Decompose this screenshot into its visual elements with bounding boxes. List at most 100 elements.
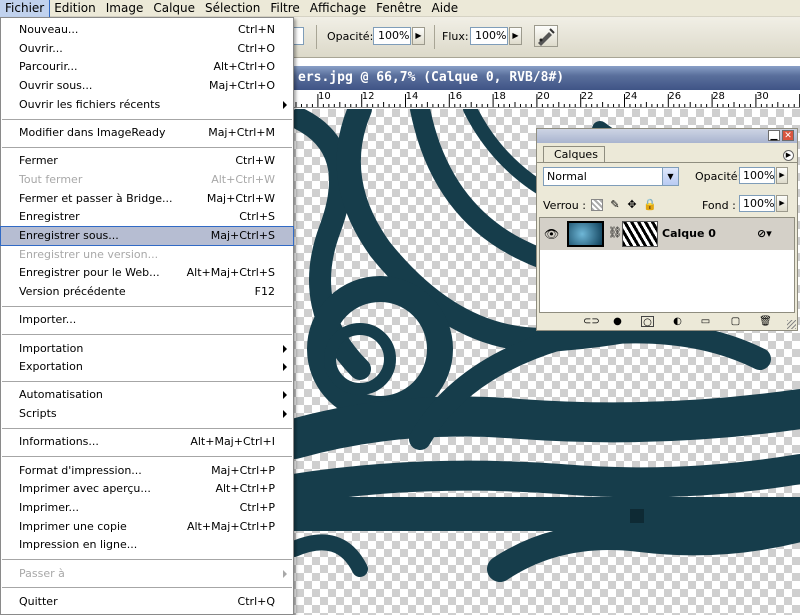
separator <box>316 25 317 49</box>
file-menu-item[interactable]: Exportation <box>1 358 293 376</box>
opacity-field[interactable]: 100% <box>373 27 411 45</box>
layers-panel: ▁ ✕ Calques ▶ Normal ▼ Opacité: 100% ▶ V… <box>536 128 798 331</box>
chevron-down-icon[interactable]: ▼ <box>662 168 678 185</box>
menu-item-label: Exportation <box>19 360 83 374</box>
file-menu-item[interactable]: Imprimer... Ctrl+P <box>1 499 293 517</box>
file-menu-item[interactable]: Imprimer une copie Alt+Maj+Ctrl+P <box>1 518 293 536</box>
file-menu-item[interactable]: Fermer et passer à Bridge... Maj+Ctrl+W <box>1 190 293 208</box>
trash-icon[interactable]: 🗑 <box>759 316 772 327</box>
lock-position-icon[interactable]: ✥ <box>626 199 638 211</box>
menu-separator <box>2 118 292 120</box>
lock-pixels-icon[interactable]: ✎ <box>609 199 621 211</box>
menu-item-shortcut: Ctrl+N <box>237 23 275 36</box>
menu-fenetre[interactable]: Fenêtre <box>371 0 426 17</box>
file-menu-item[interactable]: Fermer Ctrl+W <box>1 152 293 170</box>
file-menu-item: Enregistrer une version... <box>1 246 293 264</box>
mask-thumbnail[interactable] <box>622 221 658 247</box>
menu-affichage[interactable]: Affichage <box>305 0 371 17</box>
menu-selection[interactable]: Sélection <box>200 0 265 17</box>
menu-item-shortcut: Ctrl+O <box>237 41 275 55</box>
menu-item-label: Ouvrir sous... <box>19 79 93 93</box>
menu-item-label: Fermer <box>19 154 58 168</box>
file-menu-item[interactable]: Enregistrer sous... Maj+Ctrl+S <box>0 226 294 246</box>
panel-title-bar[interactable]: ▁ ✕ <box>537 129 797 143</box>
file-menu-item[interactable]: Quitter Ctrl+Q <box>1 593 293 611</box>
fill-field[interactable]: 100% <box>739 195 775 212</box>
menu-item-shortcut: Maj+Ctrl+O <box>209 79 275 93</box>
submenu-arrow-icon <box>283 344 287 353</box>
file-menu: Nouveau... Ctrl+N Ouvrir... Ctrl+O Parcourir… <box>0 17 294 615</box>
file-menu-item[interactable]: Imprimer avec aperçu... Alt+Ctrl+P <box>1 480 293 498</box>
add-mask-icon[interactable]: ○ <box>641 316 654 328</box>
menu-aide[interactable]: Aide <box>427 0 464 17</box>
blend-mode-select[interactable]: Normal ▼ <box>543 167 679 186</box>
file-menu-item[interactable]: Ouvrir... Ctrl+O <box>1 40 293 58</box>
menu-item-label: Enregistrer pour le Web... <box>19 266 160 280</box>
file-menu-item[interactable]: Scripts <box>1 405 293 423</box>
panel-menu-icon[interactable]: ▶ <box>783 150 794 161</box>
tab-calques[interactable]: Calques <box>543 146 605 163</box>
lock-transparency-icon[interactable] <box>591 199 603 211</box>
submenu-arrow-icon <box>283 363 287 372</box>
file-menu-item[interactable]: Format d'impression... Maj+Ctrl+P <box>1 462 293 480</box>
link-layers-icon[interactable]: ⊂⊃ <box>583 316 600 327</box>
adjustment-layer-icon[interactable]: ◐ <box>671 316 684 327</box>
file-menu-item[interactable]: Modifier dans ImageReady Maj+Ctrl+M <box>1 124 293 142</box>
file-menu-item[interactable]: Ouvrir les fichiers récents <box>1 96 293 114</box>
file-menu-item[interactable]: Parcourir... Alt+Ctrl+O <box>1 58 293 76</box>
menu-item-shortcut: Alt+Maj+Ctrl+S <box>186 266 275 280</box>
layer-style-icon[interactable]: ⊘▾ <box>757 227 772 240</box>
layer-style-add-icon[interactable]: ● <box>611 316 624 327</box>
new-group-icon[interactable]: ▭ <box>699 316 712 327</box>
file-menu-item: Passer à <box>1 565 293 583</box>
layer-opacity-field[interactable]: 100% <box>739 167 775 184</box>
menu-separator <box>2 146 292 148</box>
file-menu-item[interactable]: Enregistrer Ctrl+S <box>1 208 293 226</box>
layer-thumbnail[interactable] <box>567 221 604 247</box>
fill-arrow[interactable]: ▶ <box>776 195 788 212</box>
file-menu-item: Tout fermer Alt+Ctrl+W <box>1 171 293 189</box>
airbrush-icon[interactable] <box>534 25 558 47</box>
layer-name[interactable]: Calque 0 <box>662 218 716 250</box>
menu-item-shortcut: Alt+Maj+Ctrl+I <box>190 435 275 449</box>
layer-opacity-arrow[interactable]: ▶ <box>776 167 788 184</box>
menu-edition[interactable]: Edition <box>49 0 101 17</box>
menu-item-label: Enregistrer une version... <box>19 247 159 261</box>
menu-item-label: Informations... <box>19 435 99 449</box>
file-menu-item[interactable]: Version précédente F12 <box>1 283 293 301</box>
menu-calque[interactable]: Calque <box>148 0 200 17</box>
menu-item-label: Imprimer une copie <box>19 519 127 533</box>
file-menu-item[interactable]: Automatisation <box>1 386 293 404</box>
menu-fichier[interactable]: Fichier <box>0 0 51 18</box>
flow-field[interactable]: 100% <box>470 27 508 45</box>
menu-separator <box>2 559 292 560</box>
submenu-arrow-icon <box>283 100 287 109</box>
layer-row[interactable]: 👁 ⛓ Calque 0 ⊘▾ <box>540 218 794 250</box>
menu-separator <box>2 334 292 335</box>
minimize-icon[interactable]: ▁ <box>768 130 780 141</box>
file-menu-item[interactable]: Impression en ligne... <box>1 536 293 554</box>
lock-all-icon[interactable]: 🔒 <box>643 199 657 211</box>
menu-item-shortcut: Alt+Ctrl+W <box>211 172 275 186</box>
menu-separator <box>2 427 292 429</box>
menu-image[interactable]: Image <box>101 0 149 17</box>
menu-filtre[interactable]: Filtre <box>265 0 304 17</box>
menu-item-shortcut: Ctrl+Q <box>237 594 275 608</box>
eye-icon[interactable]: 👁 <box>544 227 559 241</box>
opacity-slider-arrow[interactable]: ▶ <box>412 27 425 45</box>
opacity-label: Opacité: <box>327 30 374 43</box>
flow-slider-arrow[interactable]: ▶ <box>509 27 522 45</box>
file-menu-item[interactable]: Importation <box>1 340 293 358</box>
resize-grip[interactable] <box>787 320 796 329</box>
file-menu-item[interactable]: Importer... <box>1 311 293 329</box>
file-menu-item[interactable]: Ouvrir sous... Maj+Ctrl+O <box>1 77 293 95</box>
submenu-arrow-icon <box>283 569 287 578</box>
menu-separator <box>2 380 292 382</box>
submenu-arrow-icon <box>283 410 287 419</box>
file-menu-item[interactable]: Informations... Alt+Maj+Ctrl+I <box>1 433 293 451</box>
close-icon[interactable]: ✕ <box>782 130 794 141</box>
file-menu-item[interactable]: Nouveau... Ctrl+N <box>1 21 293 39</box>
new-layer-icon[interactable]: ▢ <box>729 316 742 327</box>
file-menu-item[interactable]: Enregistrer pour le Web... Alt+Maj+Ctrl+S <box>1 264 293 282</box>
link-icon[interactable]: ⛓ <box>608 226 622 239</box>
